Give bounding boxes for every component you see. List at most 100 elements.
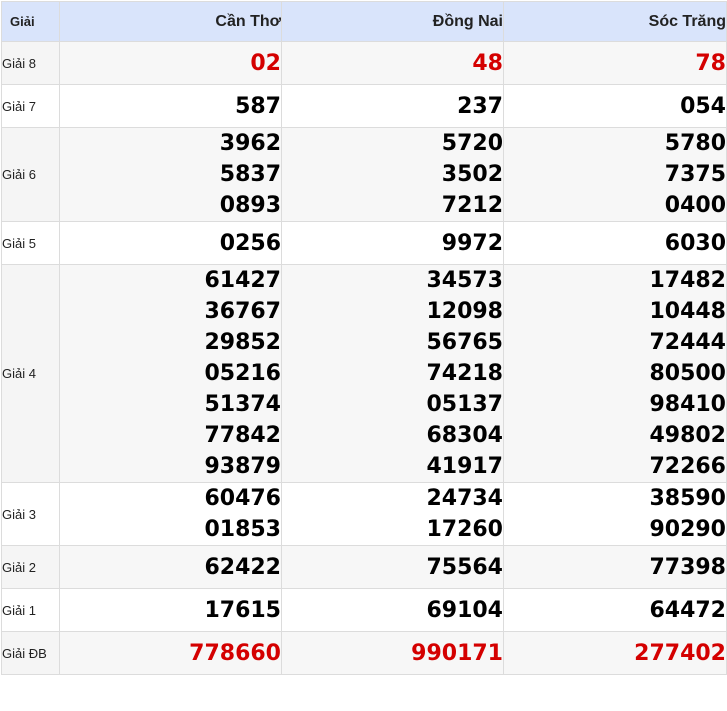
result-number: 17615 <box>204 597 281 623</box>
result-number: 80500 <box>649 361 726 386</box>
result-number: 7375 <box>664 162 726 187</box>
prize-row: Giải 4 61427 36767 29852 05216 51374 77842 9387… <box>1 264 727 483</box>
province-header-soc-trang: Sóc Trăng <box>503 1 727 42</box>
result-cell-soc-trang: 277402 <box>503 631 727 675</box>
prize-row: Giải 8 02 48 78 <box>1 41 727 85</box>
result-number: 34573 <box>426 268 503 293</box>
result-number: 05137 <box>426 392 503 417</box>
results-body: Giải 8 02 48 78 Giải 7 587 237 054 Giải 6 3962 583… <box>1 41 727 675</box>
prize-label: Giải 8 <box>1 41 60 85</box>
lottery-results-table: Giải Cần Thơ Đồng Nai Sóc Trăng Giải 8 02… <box>1 1 727 675</box>
result-cell-dong-nai: 48 <box>281 41 504 85</box>
result-cell-dong-nai: 5720 3502 7212 <box>281 127 504 222</box>
result-number: 24734 <box>426 486 503 511</box>
result-number: 5720 <box>441 131 503 156</box>
result-number: 51374 <box>204 392 281 417</box>
result-cell-soc-trang: 78 <box>503 41 727 85</box>
result-cell-dong-nai: 24734 17260 <box>281 482 504 546</box>
result-number: 90290 <box>649 517 726 542</box>
prize-label: Giải 7 <box>1 84 60 128</box>
result-cell-soc-trang: 5780 7375 0400 <box>503 127 727 222</box>
result-cell-can-tho: 62422 <box>59 545 282 589</box>
prize-row: Giải ĐB 778660 990171 277402 <box>1 631 727 675</box>
result-number: 10448 <box>649 299 726 324</box>
result-number: 7212 <box>441 193 503 218</box>
result-number: 49802 <box>649 423 726 448</box>
prize-label: Giải 4 <box>1 264 60 483</box>
result-number: 0256 <box>219 230 281 256</box>
result-cell-can-tho: 61427 36767 29852 05216 51374 77842 93879 <box>59 264 282 483</box>
result-number: 68304 <box>426 423 503 448</box>
result-number: 054 <box>680 93 726 119</box>
result-number: 38590 <box>649 486 726 511</box>
result-number: 02 <box>250 50 281 76</box>
province-header-dong-nai: Đồng Nai <box>281 1 504 42</box>
prize-label: Giải 5 <box>1 221 60 265</box>
result-number: 5780 <box>664 131 726 156</box>
result-cell-can-tho: 778660 <box>59 631 282 675</box>
result-number: 9972 <box>441 230 503 256</box>
prize-label: Giải 2 <box>1 545 60 589</box>
prize-column-header: Giải <box>1 1 60 42</box>
result-number: 78 <box>695 50 726 76</box>
result-number: 72266 <box>649 454 726 479</box>
result-cell-can-tho: 17615 <box>59 588 282 632</box>
result-cell-soc-trang: 6030 <box>503 221 727 265</box>
result-number: 62422 <box>204 554 281 580</box>
result-cell-can-tho: 3962 5837 0893 <box>59 127 282 222</box>
result-number: 0893 <box>219 193 281 218</box>
result-cell-can-tho: 587 <box>59 84 282 128</box>
result-number: 77398 <box>649 554 726 580</box>
result-cell-soc-trang: 054 <box>503 84 727 128</box>
result-number: 69104 <box>426 597 503 623</box>
result-cell-dong-nai: 9972 <box>281 221 504 265</box>
result-cell-can-tho: 0256 <box>59 221 282 265</box>
result-number: 77842 <box>204 423 281 448</box>
result-number: 74218 <box>426 361 503 386</box>
result-number: 17482 <box>649 268 726 293</box>
prize-row: Giải 7 587 237 054 <box>1 84 727 128</box>
province-header-can-tho: Cần Thơ <box>59 1 282 42</box>
prize-row: Giải 1 17615 69104 64472 <box>1 588 727 632</box>
result-number: 3962 <box>219 131 281 156</box>
result-cell-dong-nai: 75564 <box>281 545 504 589</box>
result-number: 01853 <box>204 517 281 542</box>
result-number: 56765 <box>426 330 503 355</box>
result-cell-soc-trang: 64472 <box>503 588 727 632</box>
result-cell-soc-trang: 17482 10448 72444 80500 98410 49802 72266 <box>503 264 727 483</box>
result-number: 48 <box>472 50 503 76</box>
result-number: 237 <box>457 93 503 119</box>
result-number: 93879 <box>204 454 281 479</box>
result-cell-soc-trang: 38590 90290 <box>503 482 727 546</box>
result-number: 277402 <box>634 640 726 666</box>
result-number: 41917 <box>426 454 503 479</box>
header-row: Giải Cần Thơ Đồng Nai Sóc Trăng <box>1 1 727 42</box>
prize-label: Giải 1 <box>1 588 60 632</box>
result-cell-soc-trang: 77398 <box>503 545 727 589</box>
result-cell-dong-nai: 34573 12098 56765 74218 05137 68304 41917 <box>281 264 504 483</box>
prize-label: Giải 6 <box>1 127 60 222</box>
result-number: 64472 <box>649 597 726 623</box>
result-number: 17260 <box>426 517 503 542</box>
result-number: 990171 <box>411 640 503 666</box>
result-number: 72444 <box>649 330 726 355</box>
result-number: 05216 <box>204 361 281 386</box>
prize-row: Giải 3 60476 01853 24734 17260 38590 90290 <box>1 482 727 546</box>
result-number: 778660 <box>189 640 281 666</box>
result-number: 36767 <box>204 299 281 324</box>
result-number: 60476 <box>204 486 281 511</box>
result-number: 3502 <box>441 162 503 187</box>
prize-label: Giải 3 <box>1 482 60 546</box>
result-number: 587 <box>235 93 281 119</box>
result-cell-dong-nai: 69104 <box>281 588 504 632</box>
result-number: 5837 <box>219 162 281 187</box>
result-number: 29852 <box>204 330 281 355</box>
prize-row: Giải 5 0256 9972 6030 <box>1 221 727 265</box>
result-number: 12098 <box>426 299 503 324</box>
result-number: 75564 <box>426 554 503 580</box>
result-number: 6030 <box>664 230 726 256</box>
prize-row: Giải 6 3962 5837 0893 5720 3502 7212 5780 7375 04… <box>1 127 727 222</box>
result-cell-dong-nai: 237 <box>281 84 504 128</box>
result-number: 0400 <box>664 193 726 218</box>
prize-label: Giải ĐB <box>1 631 60 675</box>
